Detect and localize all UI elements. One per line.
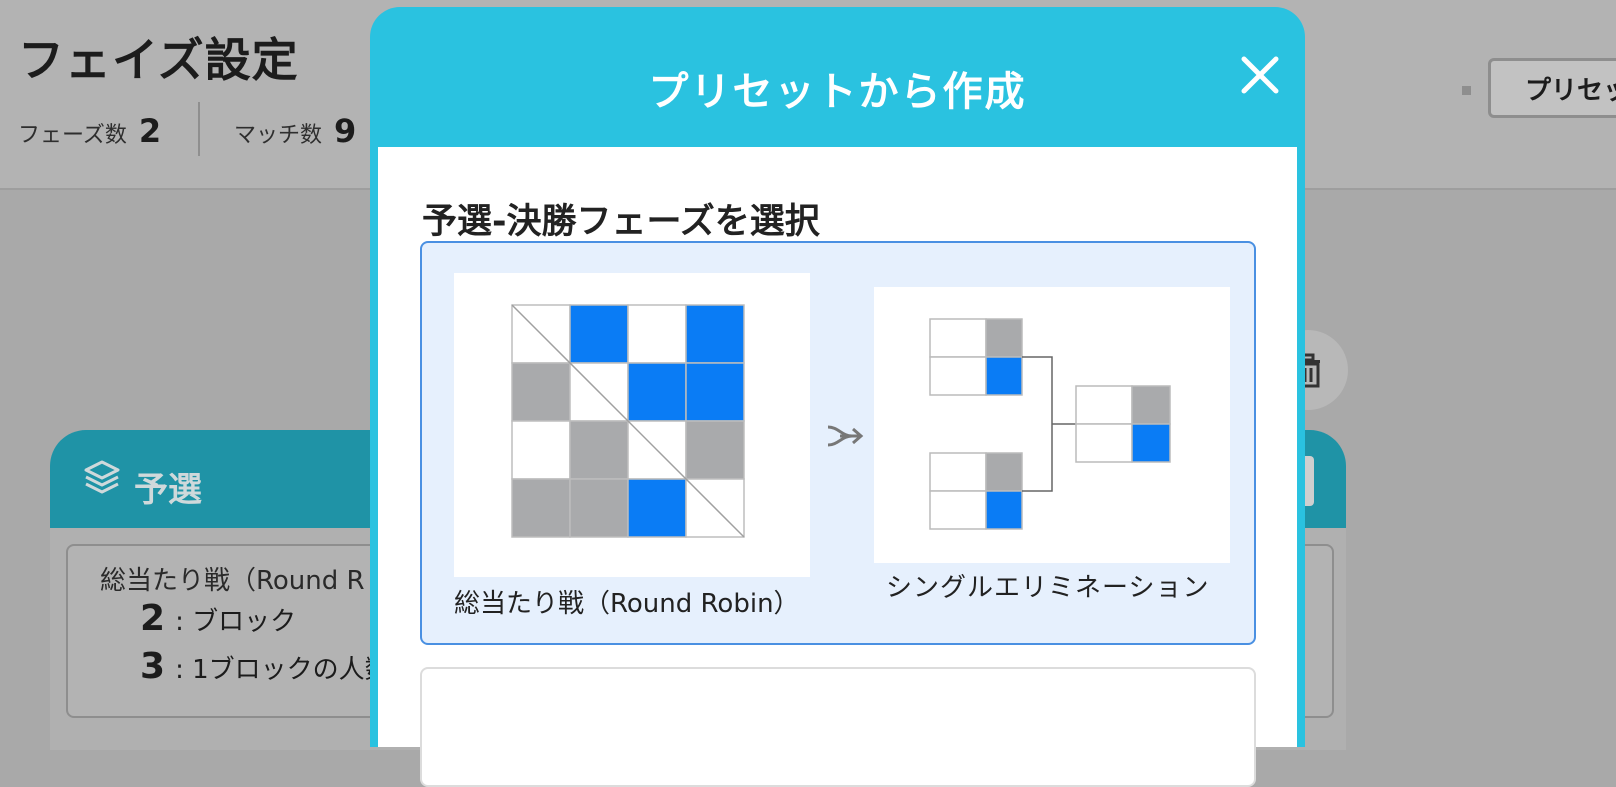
single-elimination-diagram <box>874 287 1230 563</box>
players-per-block-value: 3 <box>140 646 166 687</box>
phase-count-stat: フェーズ数 2 <box>18 112 161 150</box>
block-count-line: 2 : ブロック <box>140 598 296 639</box>
bracket-match-2 <box>929 452 1023 530</box>
block-count-value: 2 <box>140 598 166 639</box>
phase-type: 総当たり戦（Round R <box>100 566 365 596</box>
preset-button[interactable]: プリセット <box>1488 58 1616 118</box>
round-robin-diagram <box>454 273 810 577</box>
single-elimination-label: シングルエリミネーション <box>886 573 1210 603</box>
phase-count-label: フェーズ数 <box>18 123 127 148</box>
match-count-value: 9 <box>334 112 357 150</box>
section-title: 予選-決勝フェーズを選択 <box>422 202 820 242</box>
grid-cell-blue <box>627 362 687 422</box>
modal-body: 予選-決勝フェーズを選択 総当たり戦（Round Robin） シングルエリミネ… <box>378 147 1297 787</box>
grid-cell-gray <box>569 478 629 538</box>
phase-name: 予選 <box>134 470 202 510</box>
players-per-block-line: 3 : 1ブロックの人数 <box>140 646 391 687</box>
grid-cell-gray <box>511 478 571 538</box>
grid-cell-blue <box>627 478 687 538</box>
bracket-final-match <box>1075 385 1171 463</box>
block-count-label: : ブロック <box>175 607 297 637</box>
grid-cell-gray <box>685 420 745 480</box>
merge-arrow-icon <box>827 425 864 447</box>
phase-count-value: 2 <box>138 112 162 150</box>
grid-cell-gray <box>511 362 571 422</box>
layers-icon <box>84 460 120 494</box>
close-icon <box>1241 56 1279 94</box>
grid-cell-white <box>511 420 571 480</box>
grid-cell-blue <box>685 304 745 364</box>
grid-cell-blue <box>569 304 629 364</box>
stat-divider <box>198 102 200 156</box>
grid-cell-blue <box>685 362 745 422</box>
preset-option-roundrobin-single-elim[interactable]: 総当たり戦（Round Robin） シングルエリミネーション <box>420 241 1256 645</box>
close-button[interactable] <box>1232 47 1288 103</box>
bracket-match-1 <box>929 318 1023 396</box>
page-title: フェイズ設定 <box>18 33 299 87</box>
handle-icon <box>1462 86 1471 95</box>
grid-cell-gray <box>569 420 629 480</box>
match-count-stat: マッチ数 9 <box>234 112 356 150</box>
players-per-block-label: : 1ブロックの人数 <box>175 655 391 685</box>
match-count-label: マッチ数 <box>234 123 323 148</box>
modal-title: プリセットから作成 <box>648 69 1027 115</box>
round-robin-label: 総当たり戦（Round Robin） <box>454 589 800 619</box>
preset-option-2[interactable] <box>420 667 1256 787</box>
preset-modal: プリセットから作成 予選-決勝フェーズを選択 総当たり戦（Round Robin… <box>370 7 1305 787</box>
grid-cell-white <box>627 304 687 364</box>
